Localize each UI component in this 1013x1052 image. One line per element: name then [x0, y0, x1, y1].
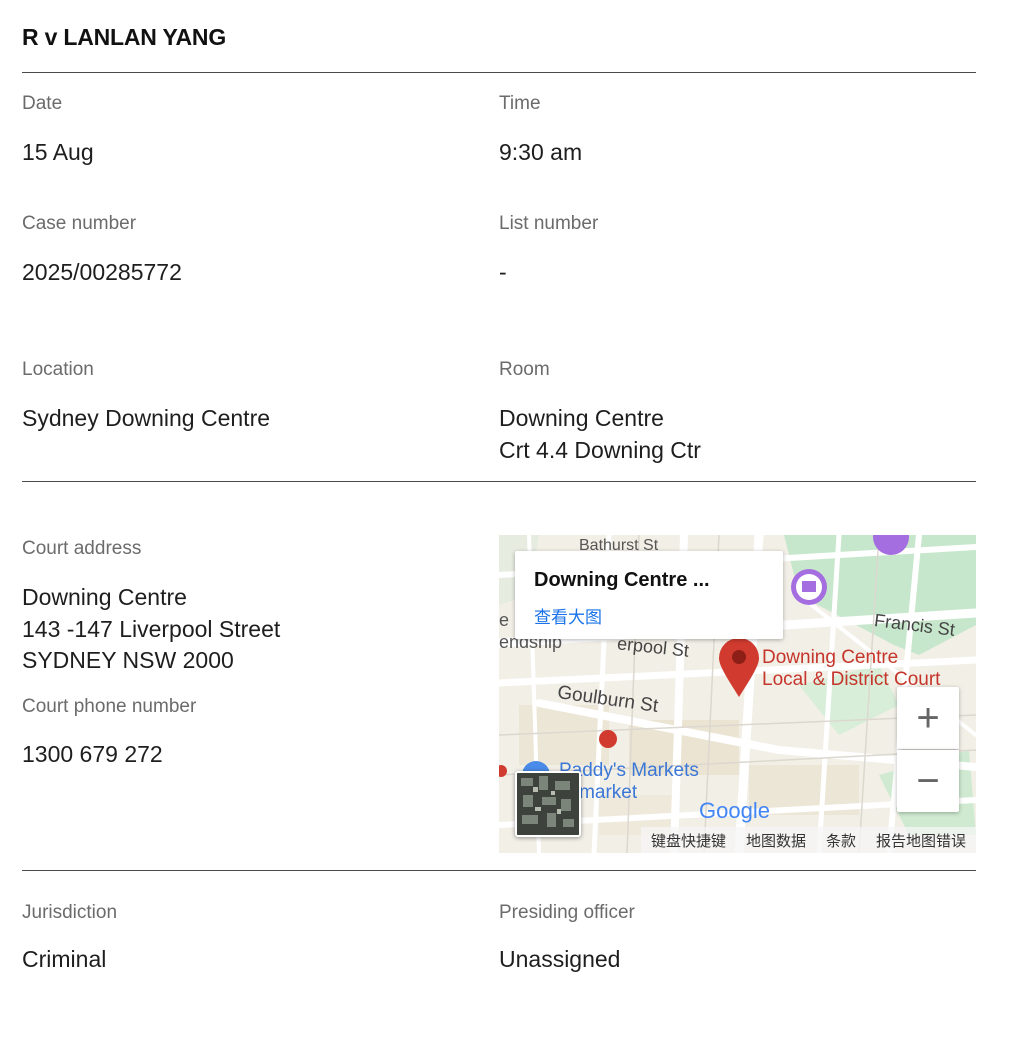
room-value: Downing Centre Crt 4.4 Downing Ctr [499, 403, 701, 466]
list-number-label: List number [499, 213, 599, 234]
zoom-out-button[interactable]: − [897, 750, 959, 812]
case-title: R v LANLAN YANG [22, 24, 227, 50]
room-label: Room [499, 359, 550, 380]
divider [22, 72, 976, 73]
court-phone-label: Court phone number [22, 696, 197, 717]
date-label: Date [22, 93, 63, 114]
list-number-value: - [499, 259, 507, 285]
map-info-card: Downing Centre ... 查看大图 [515, 551, 783, 639]
map-place-name: Downing Centre ... [534, 569, 710, 591]
keyboard-shortcuts-link[interactable]: 键盘快捷键 [641, 830, 736, 851]
room-line: Downing Centre [499, 405, 664, 431]
time-label: Time [499, 93, 541, 114]
google-logo: Google [699, 798, 770, 824]
address-line: SYDNEY NSW 2000 [22, 647, 234, 673]
jurisdiction-value: Criminal [22, 946, 107, 972]
address-line: 143 -147 Liverpool Street [22, 615, 281, 642]
terms-link[interactable]: 条款 [816, 830, 866, 851]
court-address-label: Court address [22, 538, 142, 559]
address-line: Downing Centre [22, 584, 187, 610]
divider [22, 870, 976, 871]
location-label: Location [22, 359, 94, 380]
location-value: Sydney Downing Centre [22, 405, 271, 431]
zoom-in-button[interactable]: + [897, 687, 959, 749]
report-map-error-link[interactable]: 报告地图错误 [866, 830, 976, 851]
time-value: 9:30 am [499, 139, 583, 165]
presiding-officer-label: Presiding officer [499, 902, 635, 923]
court-address-value: Downing Centre 143 -147 Liverpool Street… [22, 582, 280, 677]
presiding-officer-value: Unassigned [499, 946, 621, 972]
room-line: Crt 4.4 Downing Ctr [499, 436, 701, 463]
map-footer: 键盘快捷键 地图数据 条款 报告地图错误 [640, 827, 976, 853]
google-logo-text: Google [699, 798, 770, 823]
map-data-link[interactable]: 地图数据 [736, 830, 816, 851]
street-label: e [499, 610, 510, 630]
marker-label: Downing Centre Local & District Court [762, 647, 940, 691]
case-number-value: 2025/00285772 [22, 259, 182, 285]
case-number-label: Case number [22, 213, 137, 234]
marker-label-line: Downing Centre [762, 647, 899, 668]
view-larger-map-link[interactable]: 查看大图 [534, 603, 602, 628]
satellite-thumbnail-icon [517, 773, 579, 835]
jurisdiction-label: Jurisdiction [22, 902, 118, 923]
court-phone-value: 1300 679 272 [22, 741, 163, 767]
divider [22, 481, 976, 482]
location-map[interactable]: Bathurst St e endship erpool St Francis … [499, 535, 976, 853]
date-value: 15 Aug [22, 139, 94, 165]
satellite-toggle[interactable] [515, 771, 581, 837]
